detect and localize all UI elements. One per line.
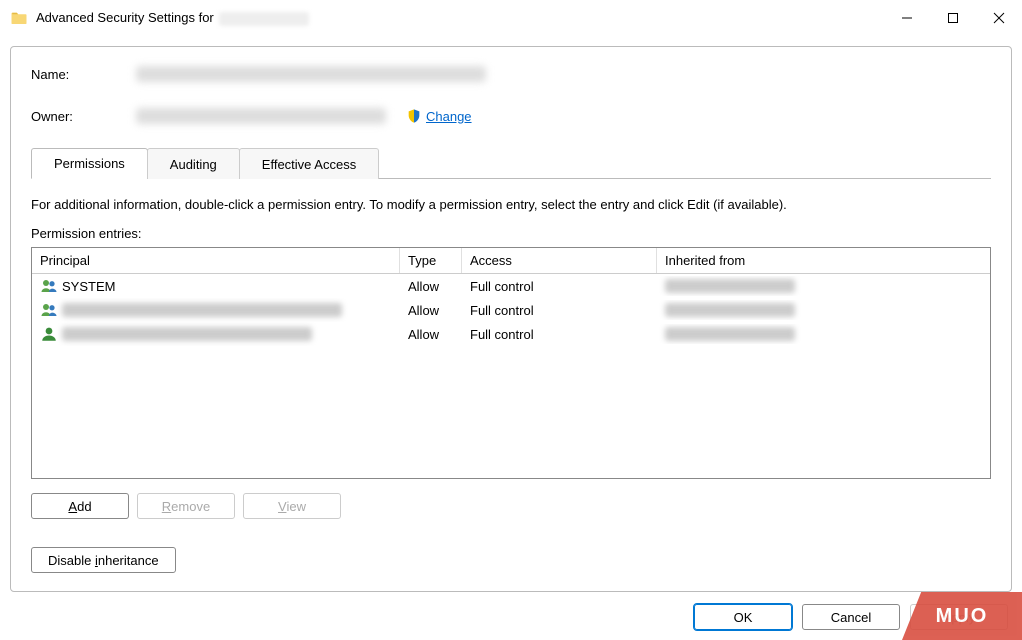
cancel-button[interactable]: Cancel (802, 604, 900, 630)
permission-access: Full control (462, 300, 657, 321)
name-value-redacted (136, 66, 486, 82)
hint-text: For additional information, double-click… (31, 197, 991, 212)
apply-button: Apply (910, 604, 1008, 630)
tab-effective-access[interactable]: Effective Access (239, 148, 379, 179)
col-principal[interactable]: Principal (32, 248, 400, 273)
disable-inheritance-button[interactable]: Disable inheritance (31, 547, 176, 573)
col-inherited[interactable]: Inherited from (657, 248, 990, 273)
tab-auditing[interactable]: Auditing (147, 148, 240, 179)
remove-button: Remove (137, 493, 235, 519)
permission-type: Allow (400, 300, 462, 321)
permission-access: Full control (462, 276, 657, 297)
owner-value-redacted (136, 108, 386, 124)
titlebar: Advanced Security Settings for (0, 0, 1022, 36)
permission-access: Full control (462, 324, 657, 345)
folder-icon (10, 9, 28, 27)
tab-permissions[interactable]: Permissions (31, 148, 148, 179)
name-label: Name: (31, 67, 136, 82)
col-access[interactable]: Access (462, 248, 657, 273)
col-type[interactable]: Type (400, 248, 462, 273)
window-title: Advanced Security Settings for (36, 10, 309, 26)
minimize-button[interactable] (884, 0, 930, 36)
name-row: Name: (31, 63, 991, 85)
permission-type: Allow (400, 276, 462, 297)
add-button[interactable]: Add (31, 493, 129, 519)
close-button[interactable] (976, 0, 1022, 36)
permission-row[interactable]: Allow Full control (32, 298, 990, 322)
inherited-from-redacted (665, 327, 795, 341)
main-panel: Name: Owner: Change Permissions Auditing… (10, 46, 1012, 592)
owner-label: Owner: (31, 109, 136, 124)
permission-row[interactable]: Allow Full control (32, 322, 990, 346)
principal-name-redacted (62, 327, 312, 341)
dialog-footer: OK Cancel Apply (694, 604, 1008, 630)
inherited-from-redacted (665, 303, 795, 317)
permission-type: Allow (400, 324, 462, 345)
principal-name: SYSTEM (62, 279, 115, 294)
principal-name-redacted (62, 303, 342, 317)
user-icon (40, 325, 58, 343)
title-object-redacted (219, 12, 309, 26)
view-button: View (243, 493, 341, 519)
group-icon (40, 301, 58, 319)
change-owner-link[interactable]: Change (426, 109, 472, 124)
shield-icon (406, 108, 422, 124)
window-controls (884, 0, 1022, 36)
ok-button[interactable]: OK (694, 604, 792, 630)
permission-entries-label: Permission entries: (31, 226, 991, 241)
group-icon (40, 277, 58, 295)
owner-row: Owner: Change (31, 105, 991, 127)
permission-table[interactable]: Principal Type Access Inherited from SYS… (31, 247, 991, 479)
permission-row[interactable]: SYSTEM Allow Full control (32, 274, 990, 298)
permission-table-header: Principal Type Access Inherited from (32, 248, 990, 274)
maximize-button[interactable] (930, 0, 976, 36)
tab-strip: Permissions Auditing Effective Access (31, 147, 991, 179)
inherited-from-redacted (665, 279, 795, 293)
